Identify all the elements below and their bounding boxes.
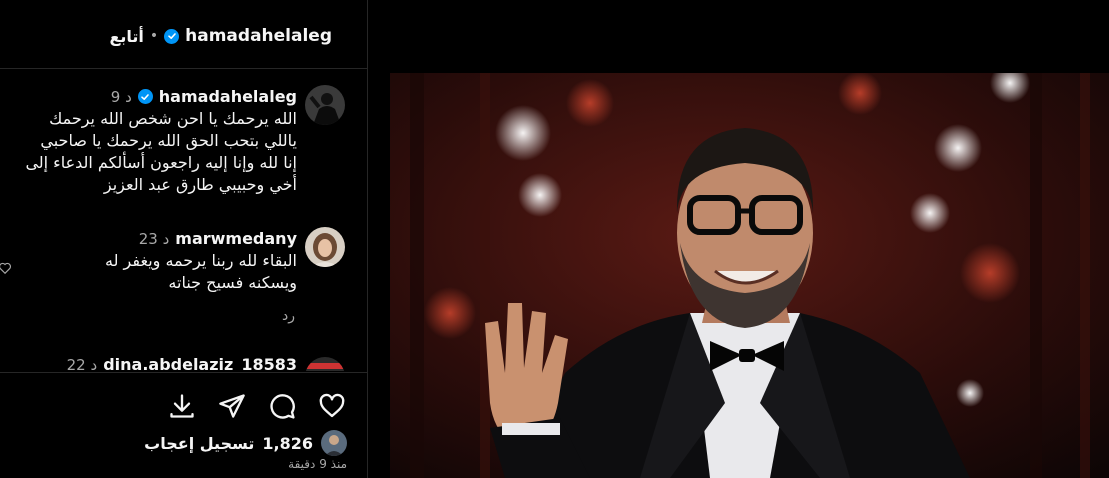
comment-line: إنا لله وإنا إليه راجعون أسألكم الدعاء إ… — [25, 153, 297, 172]
comment-line: ويسكنه فسيح جناته — [168, 273, 297, 292]
avatar[interactable] — [305, 85, 345, 125]
post-media[interactable] — [368, 0, 1109, 478]
comments-list[interactable]: 9 د hamadahelaleg الله يرحمك يا احن شخص … — [0, 69, 367, 371]
comment-time: 22 د — [66, 355, 98, 372]
comment-username[interactable]: dina.abdelaziz_18583 — [103, 355, 297, 371]
comment-line: البقاء لله ربنا يرحمه ويغفر له — [105, 251, 297, 270]
verified-badge-icon — [137, 89, 153, 104]
verified-badge-icon — [164, 28, 180, 44]
comment-time: 23 د — [138, 229, 170, 248]
comment-head: 23 د marwmedany — [139, 229, 297, 248]
post-header: أتابع • hamadahelaleg — [0, 0, 367, 69]
post-header-row: أتابع • hamadahelaleg — [109, 24, 332, 48]
post-timestamp[interactable]: منذ 9 دقيقة — [288, 457, 347, 471]
reply-button[interactable]: رد — [282, 308, 295, 324]
likes-count[interactable]: 1,826 — [262, 434, 313, 453]
comment-line: أخي وحبيبي طارق عبد العزيز — [103, 175, 297, 194]
separator-dot: • — [149, 28, 159, 44]
comment-username[interactable]: hamadahelaleg — [159, 87, 297, 106]
post-photo[interactable] — [390, 73, 1109, 478]
avatar[interactable] — [305, 357, 345, 371]
comment-head: 22 د dina.abdelaziz_18583 — [67, 355, 297, 371]
likes-summary[interactable]: تسجيل إعجاب 1,826 — [144, 430, 347, 456]
comment-head: 9 د hamadahelaleg — [111, 87, 297, 106]
liker-avatar[interactable] — [321, 430, 347, 456]
comment-like-heart-icon[interactable] — [0, 261, 12, 275]
post-author-username[interactable]: hamadahelaleg — [185, 26, 332, 46]
comment-time: 9 د — [110, 87, 132, 106]
download-icon[interactable] — [168, 392, 196, 420]
follow-button[interactable]: أتابع — [109, 27, 143, 46]
heart-icon[interactable] — [318, 392, 346, 420]
send-icon[interactable] — [218, 392, 246, 420]
comment-username[interactable]: marwmedany — [175, 229, 297, 248]
comment-line: الله يرحمك يا احن شخص الله يرحمك — [49, 109, 297, 128]
comment-icon[interactable] — [268, 392, 296, 420]
avatar[interactable] — [305, 227, 345, 267]
likes-label: تسجيل إعجاب — [144, 433, 255, 453]
post-info-panel: أتابع • hamadahelaleg 9 د hamadahelaleg … — [0, 0, 368, 478]
comment-line: ياللي بتحب الحق الله يرحمك يا صاحبي — [40, 131, 297, 150]
